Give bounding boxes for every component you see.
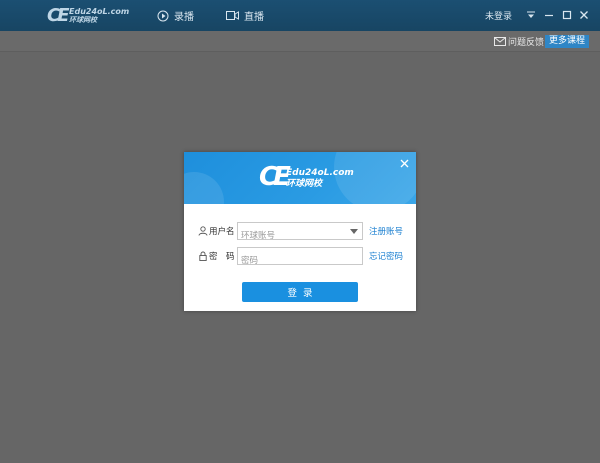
password-label: 密 码 — [209, 252, 235, 262]
lock-icon — [199, 251, 207, 261]
user-icon — [198, 226, 208, 236]
login-dialog-header: CE Edu24oL.com 环球网校 — [184, 152, 416, 204]
login-dialog: CE Edu24oL.com 环球网校 用户名 注册账号 密 码 忘记密码 — [184, 152, 416, 311]
nav-tab-record-label: 录播 — [174, 12, 194, 23]
username-input[interactable] — [238, 228, 348, 244]
title-bar: CE Edu24oL.com 环球网校 录播 直播 未登录 — [0, 0, 600, 31]
dialog-close-icon[interactable] — [400, 159, 409, 168]
logo-subtext: 环球网校 — [69, 16, 97, 24]
password-field[interactable] — [237, 247, 363, 269]
minimize-icon[interactable] — [543, 9, 555, 21]
dialog-logo-text: Edu24oL.com — [286, 168, 354, 178]
dialog-logo-subtext: 环球网校 — [286, 179, 323, 189]
username-row: 用户名 注册账号 — [184, 222, 416, 244]
login-status[interactable]: 未登录 — [485, 9, 512, 22]
password-input[interactable] — [238, 253, 348, 269]
header-decoration — [184, 172, 224, 204]
maximize-icon[interactable] — [561, 9, 573, 21]
play-circle-icon — [157, 10, 169, 21]
forgot-password-link[interactable]: 忘记密码 — [369, 250, 403, 262]
more-courses-button[interactable]: 更多课程 — [545, 35, 589, 48]
password-row: 密 码 忘记密码 — [184, 247, 416, 269]
feedback-label: 问题反馈 — [508, 38, 545, 48]
video-camera-icon — [226, 11, 239, 20]
app-logo: CE Edu24oL.com 环球网校 — [47, 5, 129, 27]
register-link[interactable]: 注册账号 — [369, 225, 403, 237]
dialog-logo-mark: CE — [259, 162, 291, 192]
logo-text: Edu24oL.com — [69, 7, 130, 16]
close-icon[interactable] — [578, 9, 590, 21]
nav-tab-record[interactable]: 录播 — [157, 0, 194, 31]
mail-icon — [494, 37, 506, 46]
login-button[interactable]: 登录 — [242, 282, 358, 302]
username-combobox[interactable] — [237, 222, 363, 244]
logo-mark: CE — [47, 5, 69, 26]
nav-tab-live[interactable]: 直播 — [226, 0, 264, 31]
username-label: 用户名 — [209, 227, 235, 237]
feedback-link[interactable]: 问题反馈 — [494, 35, 544, 48]
dropdown-arrow-icon[interactable] — [350, 229, 358, 234]
sub-toolbar: 问题反馈 更多课程 — [0, 31, 600, 52]
nav-tab-live-label: 直播 — [244, 12, 264, 23]
dialog-logo: CE Edu24oL.com 环球网校 — [259, 163, 359, 193]
menu-down-icon[interactable] — [525, 9, 537, 21]
